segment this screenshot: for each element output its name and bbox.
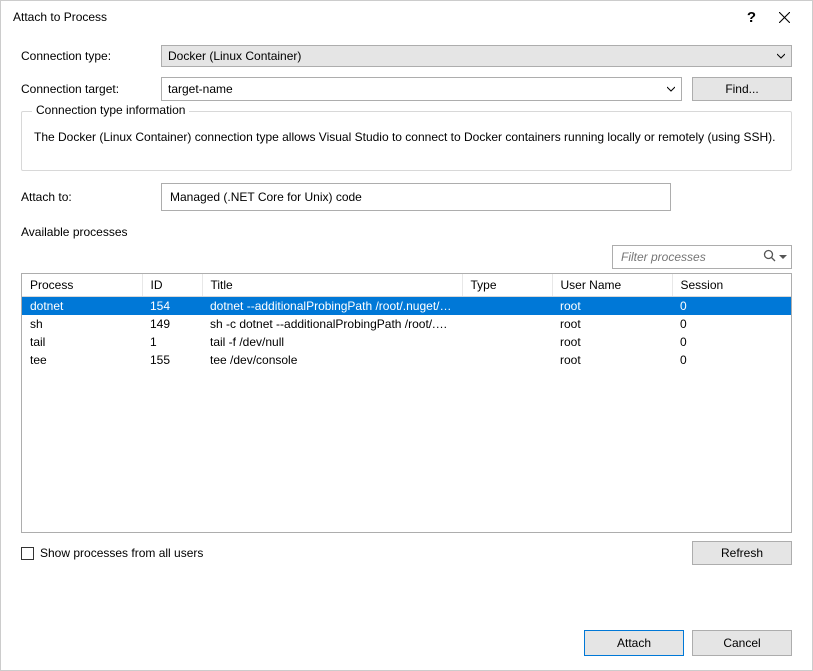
table-cell: tee /dev/console	[202, 351, 462, 369]
table-cell: 149	[142, 315, 202, 333]
below-table-row: Show processes from all users Refresh	[21, 541, 792, 565]
connection-target-label: Connection target:	[21, 82, 161, 96]
dialog-footer: Attach Cancel	[584, 630, 792, 656]
table-cell: 155	[142, 351, 202, 369]
attach-to-value: Managed (.NET Core for Unix) code	[170, 190, 362, 204]
available-processes-label: Available processes	[21, 225, 792, 239]
table-row[interactable]: tee155tee /dev/console root0	[22, 351, 791, 369]
table-cell: root	[552, 333, 672, 351]
connection-type-combo[interactable]: Docker (Linux Container)	[161, 45, 792, 67]
filter-dropdown-icon[interactable]	[779, 250, 787, 264]
refresh-button[interactable]: Refresh	[692, 541, 792, 565]
show-all-users-checkbox[interactable]: Show processes from all users	[21, 546, 203, 560]
table-cell	[462, 333, 552, 351]
titlebar: Attach to Process ?	[1, 1, 812, 33]
table-cell: 0	[672, 315, 791, 333]
table-header-row: Process ID Title Type User Name Session	[22, 274, 791, 297]
connection-type-row: Connection type: Docker (Linux Container…	[21, 45, 792, 67]
connection-target-value: target-name	[168, 82, 233, 96]
filter-processes-box[interactable]	[612, 245, 792, 269]
table-cell	[462, 297, 552, 316]
chevron-down-icon	[667, 82, 675, 96]
info-group-title: Connection type information	[32, 103, 189, 117]
col-session[interactable]: Session	[672, 274, 791, 297]
filter-processes-input[interactable]	[619, 249, 785, 265]
table-cell: tail	[22, 333, 142, 351]
table-cell: 154	[142, 297, 202, 316]
table-row[interactable]: dotnet154dotnet --additionalProbingPath …	[22, 297, 791, 316]
attach-to-label: Attach to:	[21, 190, 161, 204]
table-cell: sh -c dotnet --additionalProbingPath /ro…	[202, 315, 462, 333]
table-cell: root	[552, 351, 672, 369]
table-row[interactable]: sh149sh -c dotnet --additionalProbingPat…	[22, 315, 791, 333]
cancel-button[interactable]: Cancel	[692, 630, 792, 656]
attach-to-row: Attach to: Managed (.NET Core for Unix) …	[21, 183, 792, 211]
table-cell: root	[552, 315, 672, 333]
attach-button[interactable]: Attach	[584, 630, 684, 656]
table-cell: 0	[672, 297, 791, 316]
table-row[interactable]: tail1tail -f /dev/null root0	[22, 333, 791, 351]
table-cell: sh	[22, 315, 142, 333]
process-table: Process ID Title Type User Name Session …	[21, 273, 792, 533]
checkbox-icon	[21, 547, 34, 560]
table-cell: tail -f /dev/null	[202, 333, 462, 351]
connection-target-combo[interactable]: target-name	[161, 77, 682, 101]
table-cell: 0	[672, 351, 791, 369]
show-all-users-label: Show processes from all users	[40, 546, 203, 560]
table-cell: 0	[672, 333, 791, 351]
close-button[interactable]	[764, 1, 804, 33]
find-button[interactable]: Find...	[692, 77, 792, 101]
connection-type-label: Connection type:	[21, 49, 161, 63]
close-icon	[779, 12, 790, 23]
filter-row	[21, 245, 792, 269]
connection-type-info-group: Connection type information The Docker (…	[21, 111, 792, 171]
table-cell	[462, 351, 552, 369]
table-cell: dotnet	[22, 297, 142, 316]
col-title[interactable]: Title	[202, 274, 462, 297]
table-cell: tee	[22, 351, 142, 369]
chevron-down-icon	[777, 49, 785, 63]
col-id[interactable]: ID	[142, 274, 202, 297]
col-username[interactable]: User Name	[552, 274, 672, 297]
table-cell: 1	[142, 333, 202, 351]
col-type[interactable]: Type	[462, 274, 552, 297]
attach-to-field[interactable]: Managed (.NET Core for Unix) code	[161, 183, 671, 211]
search-icon[interactable]	[763, 249, 777, 266]
info-text: The Docker (Linux Container) connection …	[34, 130, 779, 144]
connection-type-value: Docker (Linux Container)	[168, 49, 301, 63]
table-cell: dotnet --additionalProbingPath /root/.nu…	[202, 297, 462, 316]
dialog-content: Connection type: Docker (Linux Container…	[1, 33, 812, 565]
table-cell	[462, 315, 552, 333]
table-cell: root	[552, 297, 672, 316]
connection-target-row: Connection target: target-name Find...	[21, 77, 792, 101]
col-process[interactable]: Process	[22, 274, 142, 297]
help-button[interactable]: ?	[747, 9, 756, 26]
window-title: Attach to Process	[13, 10, 747, 24]
